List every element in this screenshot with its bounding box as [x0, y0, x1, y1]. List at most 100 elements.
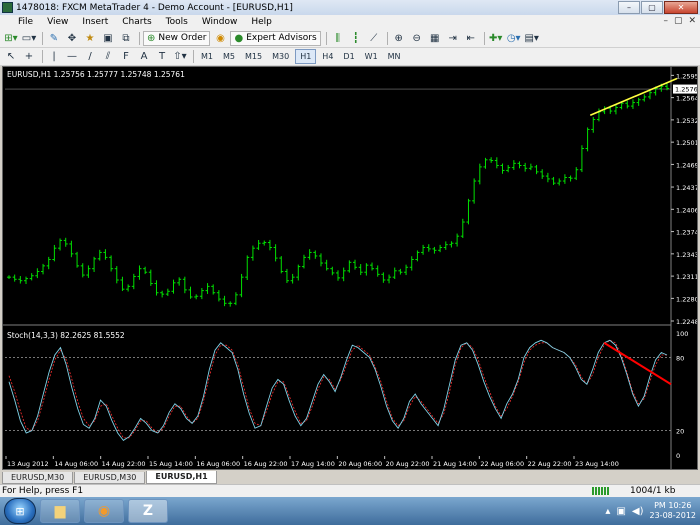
price-bar — [375, 265, 380, 277]
fibonacci-tool[interactable]: F — [118, 49, 134, 64]
timeframe-mn[interactable]: MN — [384, 49, 405, 64]
timeframe-h4[interactable]: H4 — [318, 49, 337, 64]
periods-button[interactable]: ◷▾ — [506, 31, 522, 46]
price-bar — [432, 246, 437, 254]
indicators-button[interactable]: ✚▾ — [488, 31, 504, 46]
menu-file[interactable]: File — [0, 17, 40, 27]
channel-tool[interactable]: ⫽ — [100, 49, 116, 64]
menu-window[interactable]: Window — [195, 17, 245, 27]
close-button[interactable]: ✕ — [664, 1, 698, 14]
profiles-button[interactable]: ▭▾ — [21, 31, 37, 46]
templates-button[interactable]: ▤▾ — [524, 31, 540, 46]
text-tool[interactable]: A — [136, 49, 152, 64]
volume-icon[interactable]: ◀) — [632, 506, 644, 517]
new-chart-button[interactable]: ⊞▾ — [3, 31, 19, 46]
price-bar — [114, 266, 119, 284]
vertical-line-icon: | — [52, 51, 56, 62]
taskbar-explorer[interactable]: ▆ — [40, 499, 80, 523]
timeframe-w1[interactable]: W1 — [361, 49, 382, 64]
market-watch-button[interactable]: ✎ — [46, 31, 62, 46]
taskbar-firefox[interactable]: ◉ — [84, 499, 124, 523]
crosshair-tool[interactable]: + — [21, 49, 37, 64]
toolbar-separator — [139, 31, 140, 45]
text-label-tool[interactable]: T — [154, 49, 170, 64]
price-trendline — [589, 77, 678, 117]
stochastic-tick-label: 0 — [676, 452, 680, 460]
terminal-button[interactable]: ▣ — [100, 31, 116, 46]
metaeditor-button[interactable]: ◉ — [212, 31, 228, 46]
price-bar — [222, 295, 227, 307]
start-button[interactable]: ⊞ — [4, 498, 36, 524]
cursor-tool[interactable]: ↖ — [3, 49, 19, 64]
expert-advisors-button[interactable]: ● Expert Advisors — [230, 30, 321, 46]
title-bar: 1478018: FXCM MetaTrader 4 - Demo Accoun… — [0, 0, 700, 15]
vertical-line-tool[interactable]: | — [46, 49, 62, 64]
timeframe-m5[interactable]: M5 — [219, 49, 239, 64]
price-bar — [545, 172, 550, 183]
chart-minimize-button[interactable]: – — [663, 16, 668, 26]
chart-shift-button[interactable]: ⇤ — [463, 31, 479, 46]
chart-restore-button[interactable]: ▢ — [674, 16, 683, 26]
tile-windows-button[interactable]: ▦ — [427, 31, 443, 46]
toolbar-separator — [42, 31, 43, 45]
price-bar — [86, 265, 91, 278]
price-bar — [585, 127, 590, 152]
expert-advisors-icon: ● — [234, 32, 244, 44]
horizontal-line-tool[interactable]: — — [64, 49, 80, 64]
timeframe-d1[interactable]: D1 — [339, 49, 358, 64]
price-chart[interactable]: 1.25955 1.25640 1.25325 1.25010 1.24695 1.243… — [3, 67, 697, 469]
metatrader-icon: Z — [142, 503, 154, 519]
price-bar — [97, 249, 102, 261]
indicators-icon: ✚▾ — [488, 32, 503, 44]
line-chart-icon: ⟋ — [370, 32, 378, 44]
price-bar — [540, 169, 545, 179]
line-chart-button[interactable]: ⟋ — [366, 31, 382, 46]
chart-window[interactable]: 1.25955 1.25640 1.25325 1.25010 1.24695 1.243… — [2, 66, 698, 470]
price-bar — [148, 269, 153, 286]
zoom-in-button[interactable]: ⊕ — [391, 31, 407, 46]
price-bar — [500, 163, 505, 174]
tab-eurusd-m30[interactable]: EURUSD,M30 — [2, 472, 74, 484]
new-order-button[interactable]: ⊕ New Order — [143, 30, 211, 46]
zoom-out-button[interactable]: ⊖ — [409, 31, 425, 46]
timeframe-m15[interactable]: M15 — [241, 49, 266, 64]
windows-logo-icon: ⊞ — [15, 504, 25, 518]
tray-arrow-icon[interactable]: ▴ — [605, 506, 610, 517]
price-tick-label: 1.25010 — [676, 139, 697, 147]
auto-scroll-button[interactable]: ⇥ — [445, 31, 461, 46]
menu-help[interactable]: Help — [244, 17, 279, 27]
chart-close-button[interactable]: ✕ — [688, 16, 696, 26]
timeframe-m30[interactable]: M30 — [268, 49, 293, 64]
maximize-button[interactable]: ▢ — [641, 1, 663, 14]
menu-tools[interactable]: Tools — [159, 17, 195, 27]
trendline-icon: / — [88, 51, 92, 62]
navigator-button[interactable]: ★ — [82, 31, 98, 46]
new-order-icon: ⊕ — [147, 32, 156, 44]
price-tick-label: 1.24375 — [676, 184, 697, 192]
data-window-button[interactable]: ✥ — [64, 31, 80, 46]
symbol-header: EURUSD,H1 1.25756 1.25777 1.25748 1.2576… — [7, 70, 185, 79]
menu-insert[interactable]: Insert — [75, 17, 115, 27]
menu-view[interactable]: View — [40, 17, 75, 27]
text-icon: A — [140, 51, 148, 62]
price-bar — [165, 288, 170, 296]
trendline-tool[interactable]: / — [82, 49, 98, 64]
network-icon[interactable]: ▣ — [616, 506, 625, 517]
stochastic-tick-label: 80 — [676, 354, 684, 362]
menu-charts[interactable]: Charts — [115, 17, 158, 27]
tab-eurusd-h1[interactable]: EURUSD,H1 — [146, 471, 217, 484]
arrows-tool[interactable]: ⇧▾ — [172, 49, 188, 64]
price-bar — [307, 249, 312, 260]
candlestick-button[interactable]: ┇ — [348, 31, 364, 46]
minimize-button[interactable]: – — [618, 1, 640, 14]
tab-eurusd-m30-2[interactable]: EURUSD,M30 — [74, 472, 146, 484]
clock[interactable]: PM 10:26 23-08-2012 — [650, 501, 697, 521]
strategy-tester-button[interactable]: ⧉ — [118, 31, 134, 46]
timeframe-h1[interactable]: H1 — [295, 49, 317, 64]
taskbar-metatrader[interactable]: Z — [128, 499, 168, 523]
timeframe-m1[interactable]: M1 — [197, 49, 217, 64]
bar-chart-button[interactable]: ⫼ — [330, 31, 346, 46]
price-bar — [483, 157, 488, 169]
new-chart-icon: ⊞▾ — [4, 32, 18, 44]
price-bar — [92, 256, 97, 273]
